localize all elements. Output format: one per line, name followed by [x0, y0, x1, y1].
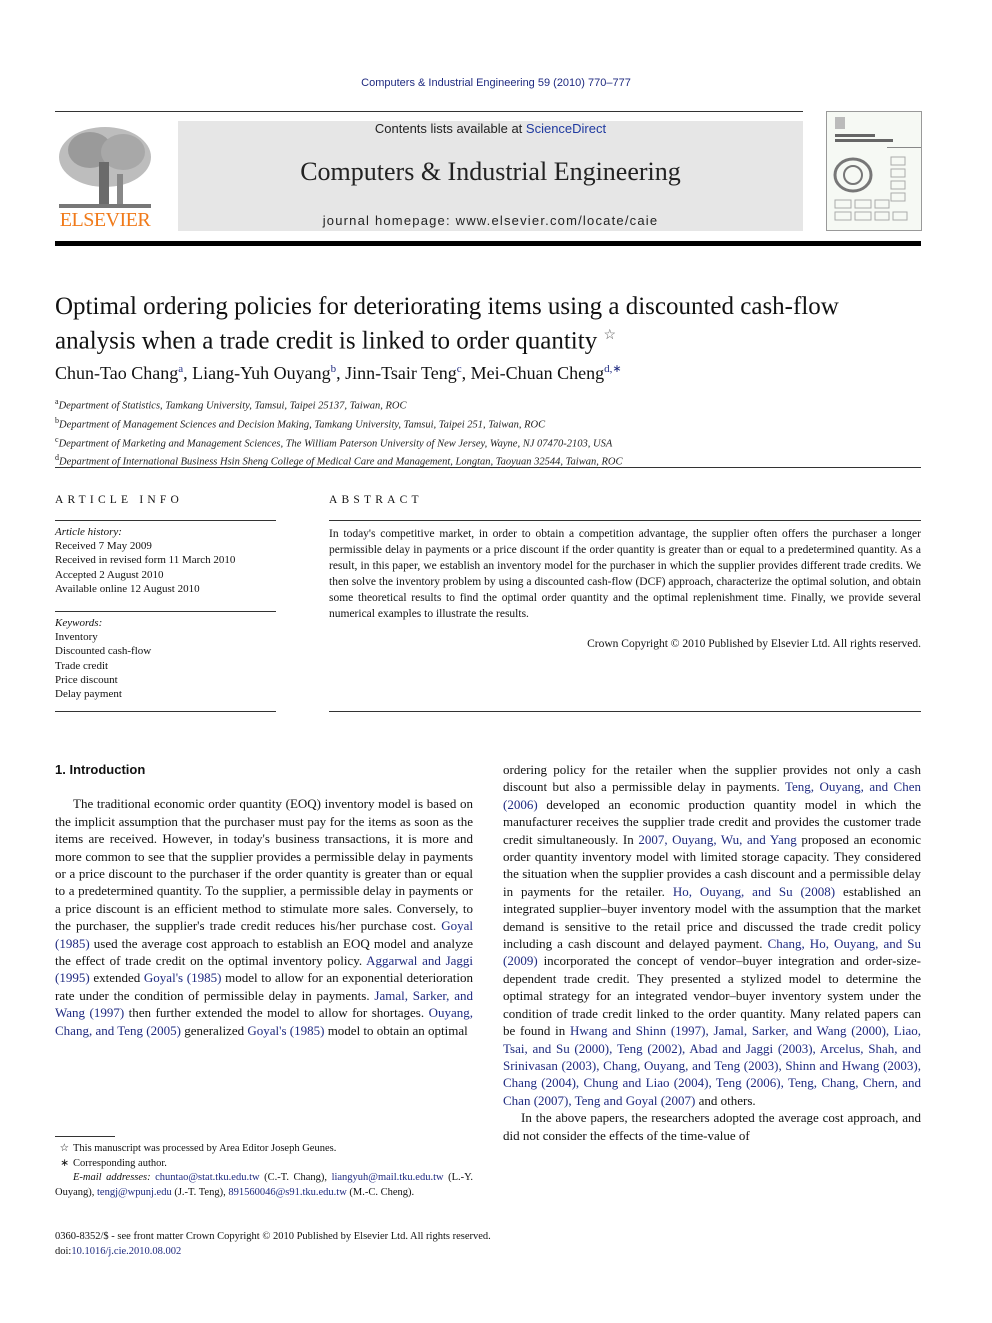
publisher-logo-text: ELSEVIER — [59, 209, 151, 231]
elsevier-logo[interactable]: ELSEVIER — [55, 122, 155, 232]
author: Liang-Yuh Ouyangb, — [192, 363, 346, 383]
email-link[interactable]: liangyuh@mail.tku.edu.tw — [332, 1172, 444, 1183]
text-run: The traditional economic order quantity … — [55, 796, 473, 934]
keyword: Discounted cash-flow — [55, 645, 152, 658]
email-footnote: E-mail addresses: chuntao@stat.tku.edu.t… — [55, 1172, 473, 1198]
history-item: Accepted 2 August 2010 — [55, 568, 164, 581]
header-divider — [55, 241, 921, 246]
contents-prefix: Contents lists available at — [374, 121, 526, 136]
keyword: Delay payment — [55, 688, 122, 701]
abstract-heading: ABSTRACT — [329, 494, 423, 506]
history-item: Received 7 May 2009 — [55, 540, 152, 553]
text-run: generalized — [180, 1022, 248, 1038]
citation-link[interactable]: Ho, Ouyang, and Su (2008) — [673, 884, 835, 899]
journal-cover-icon — [833, 117, 921, 221]
history-item: Available online 12 August 2010 — [55, 582, 200, 595]
star-icon: ☆ — [59, 1143, 69, 1154]
body-column-right: ordering policy for the retailer when th… — [503, 761, 921, 1144]
doi-line: doi:10.1016/j.cie.2010.08.002 — [55, 1245, 182, 1257]
doi-link[interactable]: 10.1016/j.cie.2010.08.002 — [71, 1246, 181, 1257]
keyword: Trade credit — [55, 659, 109, 672]
journal-cover-thumbnail[interactable] — [826, 111, 922, 231]
footnote: ☆ This manuscript was processed by Area E… — [55, 1142, 473, 1157]
footnotes: ☆ This manuscript was processed by Area E… — [55, 1142, 473, 1200]
journal-title: Computers & Industrial Engineering — [300, 157, 681, 186]
affiliation-mark[interactable]: d,∗ — [604, 363, 621, 375]
email-link[interactable]: chuntao@stat.tku.edu.tw — [155, 1172, 259, 1183]
sciencedirect-link[interactable]: ScienceDirect — [526, 121, 606, 136]
elsevier-tree-icon — [59, 127, 151, 208]
abstract-copyright: Crown Copyright © 2010 Published by Else… — [587, 638, 921, 650]
email-link[interactable]: tengj@wpunj.edu — [97, 1187, 172, 1198]
star-footnote-icon[interactable]: ☆ — [603, 328, 616, 343]
section-heading: 1. Introduction — [55, 762, 146, 777]
text-run: and others. — [695, 1092, 756, 1108]
divider — [55, 611, 276, 612]
author: Mei-Chuan Chengd,∗ — [470, 363, 622, 383]
text-run: model to obtain an optimal — [324, 1022, 468, 1038]
citation-link[interactable]: Goyal's (1985) — [144, 970, 222, 985]
history-label: Article history: — [55, 526, 122, 538]
paragraph: The traditional economic order quantity … — [55, 795, 473, 1039]
keyword: Inventory — [55, 631, 98, 644]
paragraph: ordering policy for the retailer when th… — [503, 761, 921, 1109]
divider — [55, 467, 921, 468]
divider — [55, 711, 276, 712]
divider — [55, 111, 803, 112]
citation-link[interactable]: 2007, Ouyang, Wu, and Yang — [638, 832, 796, 847]
footnote-divider — [55, 1136, 115, 1137]
title-line-1: Optimal ordering policies for deteriorat… — [55, 293, 839, 320]
article-info-heading: ARTICLE INFO — [55, 494, 183, 506]
article-history: Article history: Received 7 May 2009 Rec… — [55, 525, 235, 596]
paragraph: In the above papers, the researchers ado… — [503, 1110, 921, 1143]
body-column-left: 1. Introduction The traditional economic… — [55, 761, 473, 1039]
text-run: then further extended the model to allow… — [124, 1005, 429, 1021]
footnote: ∗ Corresponding author. — [55, 1157, 473, 1172]
keyword: Price discount — [55, 673, 118, 686]
affiliations: aDepartment of Statistics, Tamkang Unive… — [55, 395, 622, 470]
author: Jinn-Tsair Tengc, — [345, 363, 471, 383]
keywords: Keywords: Inventory Discounted cash-flow… — [55, 616, 151, 701]
issn-line: 0360-8352/$ - see front matter Crown Cop… — [55, 1231, 491, 1242]
divider — [329, 711, 921, 712]
affiliation: aDepartment of Statistics, Tamkang Unive… — [55, 397, 407, 412]
author-list: Chun-Tao Changa, Liang-Yuh Ouyangb, Jinn… — [55, 362, 622, 384]
text-run: extended — [89, 970, 144, 986]
divider — [329, 520, 921, 521]
journal-citation[interactable]: Computers & Industrial Engineering 59 (2… — [0, 77, 992, 89]
title-line-2: analysis when a trade credit is linked t… — [55, 327, 598, 355]
contents-line: Contents lists available at ScienceDirec… — [178, 121, 803, 137]
front-matter: 0360-8352/$ - see front matter Crown Cop… — [55, 1230, 491, 1259]
affiliation: bDepartment of Management Sciences and D… — [55, 415, 546, 431]
citation-link[interactable]: Goyal's (1985) — [247, 1023, 324, 1038]
article-title: Optimal ordering policies for deteriorat… — [55, 292, 925, 355]
journal-banner: Contents lists available at ScienceDirec… — [178, 121, 803, 231]
affiliation: cDepartment of Marketing and Management … — [55, 434, 613, 450]
email-link[interactable]: 891560046@s91.tku.edu.tw — [228, 1187, 346, 1198]
abstract-text: In today's competitive market, in order … — [329, 528, 921, 620]
author: Chun-Tao Changa, — [55, 363, 193, 383]
journal-homepage[interactable]: journal homepage: www.elsevier.com/locat… — [178, 213, 803, 228]
history-item: Received in revised form 11 March 2010 — [55, 554, 236, 567]
divider — [55, 520, 276, 521]
asterisk-icon: ∗ — [60, 1157, 69, 1169]
keywords-label: Keywords: — [55, 617, 103, 629]
